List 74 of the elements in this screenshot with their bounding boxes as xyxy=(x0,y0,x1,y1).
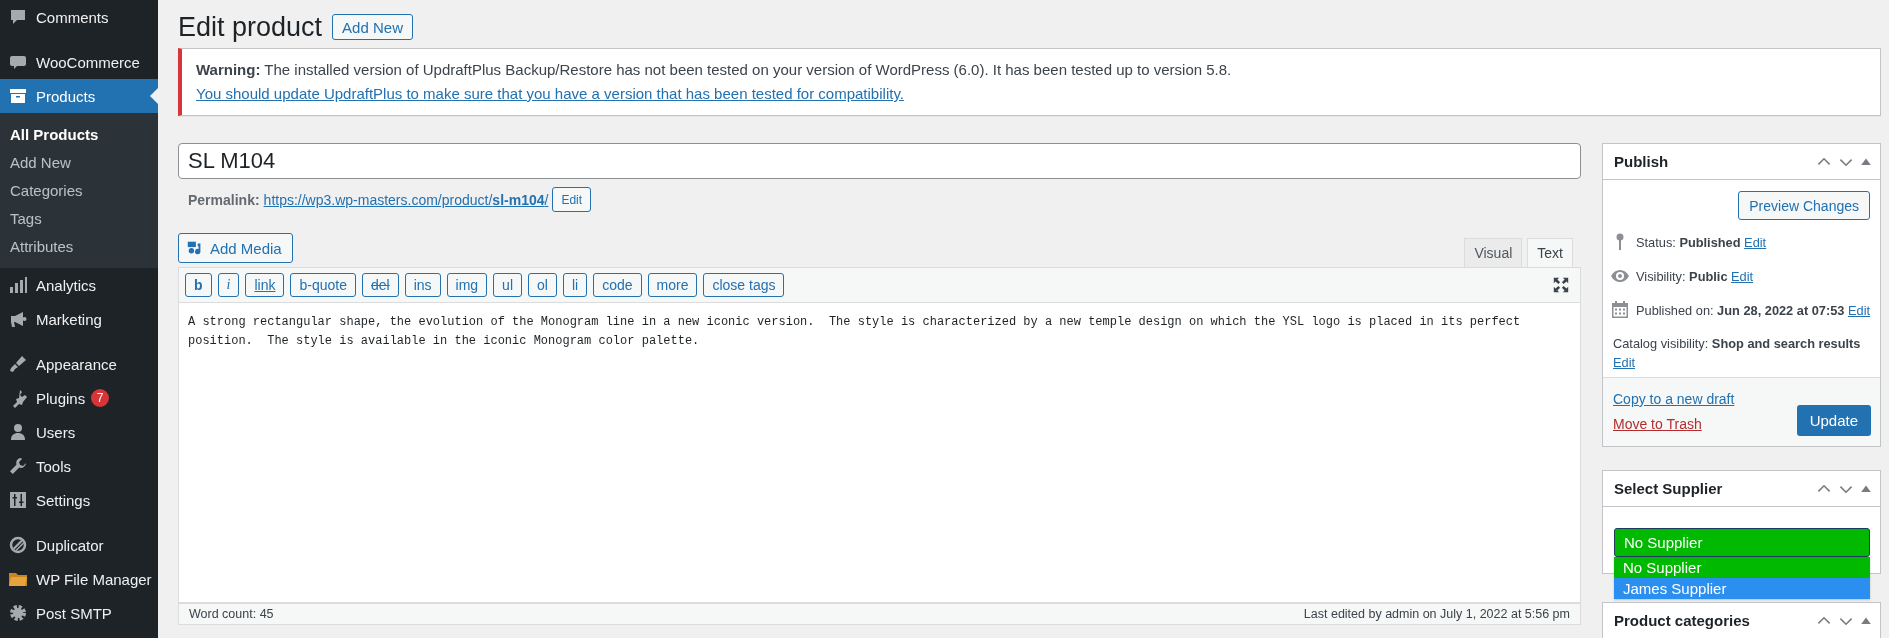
title-field[interactable]: SL M104 xyxy=(178,143,1581,179)
panel-title: Publish xyxy=(1614,153,1670,170)
update-button[interactable]: Update xyxy=(1796,405,1871,436)
menu-item[interactable]: Plugins 7 xyxy=(0,381,158,415)
striped-circle-icon xyxy=(8,535,28,555)
menu-item[interactable]: Post SMTP xyxy=(0,596,158,630)
submenu-item[interactable]: Attributes xyxy=(0,232,158,260)
toolbar-button[interactable]: link xyxy=(245,273,285,297)
toolbar-button[interactable]: ins xyxy=(404,273,441,297)
panel-title: Product categories xyxy=(1614,612,1751,629)
menu-item[interactable]: WP File Manager xyxy=(0,562,158,596)
toolbar-button[interactable]: ol xyxy=(528,273,557,297)
edit-link[interactable]: Edit xyxy=(1848,302,1871,318)
menu-item[interactable]: Analytics xyxy=(0,268,158,302)
publish-info-text: Visibility: Public Edit xyxy=(1636,268,1754,284)
paintbrush-icon xyxy=(8,354,28,374)
editor-tab[interactable]: Visual xyxy=(1464,238,1523,267)
last-edited-text: Last edited by admin on July 1, 2022 at 5:56 pm xyxy=(1303,607,1570,621)
menu-item[interactable]: WooCommerce xyxy=(0,45,158,79)
word-count: Word count: 45 xyxy=(189,607,274,621)
add-new-button[interactable]: Add New xyxy=(332,14,413,40)
toolbar-button[interactable]: close tags xyxy=(703,273,785,297)
edit-link[interactable]: Edit xyxy=(1613,353,1876,372)
toolbar-button[interactable]: more xyxy=(647,273,698,297)
megaphone-icon xyxy=(8,309,28,329)
edit-link[interactable]: Edit xyxy=(1731,268,1754,284)
toolbar-button[interactable]: b xyxy=(185,273,212,297)
update-link[interactable]: You should update UpdraftPlus to make sure that you have a version that has been tested for compatibility. xyxy=(196,85,904,102)
toolbar-button[interactable]: code xyxy=(593,273,642,297)
menu-item[interactable]: Tools xyxy=(0,449,158,483)
toolbar-button[interactable]: img xyxy=(446,273,488,297)
menu-item[interactable]: Marketing xyxy=(0,302,158,336)
submenu-item[interactable]: Categories xyxy=(0,176,158,204)
sliders-icon xyxy=(8,490,28,510)
warning-message: Warning: The installed version of UpdraftPlus Backup/Restore has not been tested on your version of WordPress (6.0). It has been tested up to version 5.8. You should update UpdraftPlus to make sure that you have a version that has been tested for compatibility. xyxy=(196,60,1233,104)
trash-link[interactable]: Move to Trash xyxy=(1613,412,1735,437)
editor-tab[interactable]: Text xyxy=(1527,238,1573,267)
archive-box-icon xyxy=(8,86,28,106)
catalog-visibility-text: Catalog visibility: Shop and search results Edit xyxy=(1603,327,1880,377)
dropdown-option[interactable]: James Supplier xyxy=(1614,578,1870,599)
submenu-item[interactable]: Tags xyxy=(0,204,158,232)
publish-info-text: Published on: Jun 28, 2022 at 07:53 Edit xyxy=(1636,302,1871,318)
toolbar-button[interactable]: ul xyxy=(493,273,522,297)
wrench-icon xyxy=(8,456,28,476)
count-badge: 7 xyxy=(91,389,110,407)
edit-link[interactable]: Edit xyxy=(1744,234,1767,250)
person-icon xyxy=(8,422,28,442)
permalink-label: Permalink: xyxy=(188,191,260,208)
comment-icon xyxy=(8,7,28,27)
submenu-item[interactable]: Add New xyxy=(0,148,158,176)
content-field[interactable]: A strong rectangular shape, the evolution of the Monogram line in a new iconic version. The style is characterized by a new temple design on which the YSL logo is placed in its perfect position. The style is available in the iconic Monogram color palette. xyxy=(178,303,1581,603)
menu-item[interactable]: Products xyxy=(0,79,158,113)
submenu-item[interactable]: All Products xyxy=(0,120,158,148)
copy-draft-link[interactable]: Copy to a new draft xyxy=(1613,387,1735,412)
panel-title: Select Supplier xyxy=(1614,480,1724,497)
calendar-icon xyxy=(1610,300,1630,320)
menu-item[interactable]: Users xyxy=(0,415,158,449)
menu-item[interactable]: Settings xyxy=(0,483,158,517)
menu-item[interactable]: Duplicator xyxy=(0,528,158,562)
page-title: Edit product xyxy=(178,11,323,43)
toolbar-button[interactable]: del xyxy=(361,273,399,297)
publish-info-text: Status: Published Edit xyxy=(1636,234,1767,250)
toolbar-button[interactable]: li xyxy=(562,273,588,297)
fullscreen-icon[interactable] xyxy=(1552,276,1570,294)
add-media-button[interactable]: Add Media xyxy=(178,233,293,263)
permalink-link[interactable]: https://wp3.wp-masters.com/product/sl-m104/ xyxy=(263,191,549,208)
toolbar-button[interactable]: b-quote xyxy=(290,273,356,297)
edit-button[interactable]: Edit xyxy=(552,187,592,212)
bar-chart-icon xyxy=(8,275,28,295)
preview-changes-button[interactable]: Preview Changes xyxy=(1738,191,1870,220)
menu-item[interactable]: Appearance xyxy=(0,347,158,381)
toolbar-button[interactable]: i xyxy=(217,273,240,297)
gear-icon xyxy=(8,603,28,623)
menu-item[interactable]: Comments xyxy=(0,0,158,34)
